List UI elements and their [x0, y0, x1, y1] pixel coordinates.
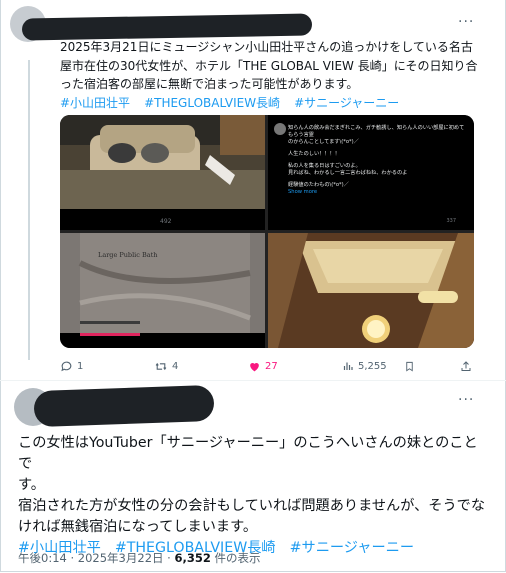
reply-button[interactable]: 1 [60, 360, 83, 373]
share-icon [461, 361, 471, 371]
hashtag-link[interactable]: #THEGLOBALVIEW長崎 [144, 96, 280, 110]
like-count: 27 [265, 361, 278, 372]
media-views-count: 337 [446, 218, 456, 224]
hashtag-link[interactable]: #小山田壮平 [60, 96, 130, 110]
screenshot-line: 知らん人の飲み会だまぎれこみ、ガチ勧誘し、知らん人のいい部屋に初めてもらう言霊 [288, 125, 465, 138]
show-more-link: Show more [288, 189, 318, 195]
tweet-meta: 午後0:14 · 2025年3月22日 · 6,352 件の表示 [18, 550, 261, 566]
tweet-text-line: 2025年3月21日にミュージシャン小山田壮平さんの追っかけをしている名古 [60, 40, 473, 54]
share-button[interactable] [460, 360, 472, 373]
tweet-text-line: 宿泊された方が女性の分の会計もしていれば問題ありませんが、そうでな [18, 498, 486, 514]
redacted-author-name [33, 384, 215, 428]
repost-button[interactable]: 4 [154, 360, 178, 373]
reply-count: 1 [77, 361, 84, 372]
views-label: 件の表示 [210, 551, 261, 565]
tweet-text-line: った宿泊客の部屋に無断で泊まった可能性があります。 [60, 77, 359, 91]
media-image-ceiling[interactable] [268, 233, 474, 348]
hashtag-link[interactable]: #サニージャーニー [290, 540, 414, 556]
more-options-icon[interactable]: ··· [458, 14, 474, 30]
media-grid[interactable]: 492 知らん人の飲み会だまぎれこみ、ガチ勧誘し、知らん人のいい部屋に初めてもら… [60, 115, 474, 348]
screenshot-line: のからんことしてます\(*o*)／ [288, 139, 359, 145]
views-count: 5,255 [358, 360, 387, 372]
hashtag-link[interactable]: #サニージャーニー [294, 96, 399, 110]
sign-text: Large Public Bath [98, 251, 157, 259]
analytics-icon [343, 362, 353, 370]
bookmark-button[interactable] [404, 360, 415, 373]
screenshot-line: 経験値のたわもの\(*o*)／ [288, 182, 349, 188]
timestamp[interactable]: 午後0:14 · 2025年3月22日 · [18, 551, 174, 565]
more-options-icon[interactable]: ··· [458, 392, 474, 408]
tweet-text: この女性はYouTuber「サニージャーニー」のこうへいさんの妹とのことで す。… [18, 433, 488, 559]
views-button[interactable]: 5,255 [342, 360, 387, 372]
tweet-text-line: 屋市在住の30代女性が、ホテル「THE GLOBAL VIEW 長崎」にその日知… [60, 58, 478, 73]
screenshot-line: 見ればね、わかるし一言二言わばねね、わかるのよ [288, 170, 408, 176]
repost-count: 4 [172, 361, 179, 372]
views-count: 6,352 [174, 551, 211, 565]
heart-icon [250, 362, 259, 372]
tweet-text-line: す。 [18, 477, 45, 493]
screenshot-text: 知らん人の飲み会だまぎれこみ、ガチ勧誘し、知らん人のいい部屋に初めてもらう言霊 … [288, 125, 468, 196]
hashtags: #小山田壮平 #THEGLOBALVIEW長崎 #サニージャーニー [60, 94, 480, 113]
tweet-divider [0, 380, 506, 381]
like-button[interactable]: 27 [248, 360, 278, 373]
repost-icon [155, 362, 167, 371]
bookmark-icon [406, 361, 413, 372]
sign-photo: Large Public Bath [60, 233, 265, 336]
media-image-sign[interactable]: Large Public Bath [60, 233, 265, 348]
thread-line [28, 60, 30, 360]
ceiling-photo [268, 233, 474, 348]
reply-icon [61, 361, 72, 372]
media-image-text-screenshot[interactable]: 知らん人の飲み会だまぎれこみ、ガチ勧誘し、知らん人のいい部屋に初めてもらう言霊 … [268, 115, 474, 230]
room-photo: 492 [60, 115, 265, 230]
tweet-text-line: この女性はYouTuber「サニージャーニー」のこうへいさんの妹とのことで [18, 435, 478, 472]
screenshot-line: 私の人を集る日はすごいのよ。 [288, 163, 361, 169]
tweet-text-line: ければ無銭宿泊になってしまいます。 [18, 519, 258, 535]
media-views-count: 492 [160, 218, 172, 225]
tweet-actions: 1 4 27 5,255 [60, 360, 474, 378]
avatar [274, 123, 286, 135]
media-image-room[interactable]: 492 [60, 115, 265, 230]
tweet-text: 2025年3月21日にミュージシャン小山田壮平さんの追っかけをしている名古 屋市… [60, 38, 480, 112]
screenshot-line: 人生たのしい！！！！ [288, 151, 340, 157]
